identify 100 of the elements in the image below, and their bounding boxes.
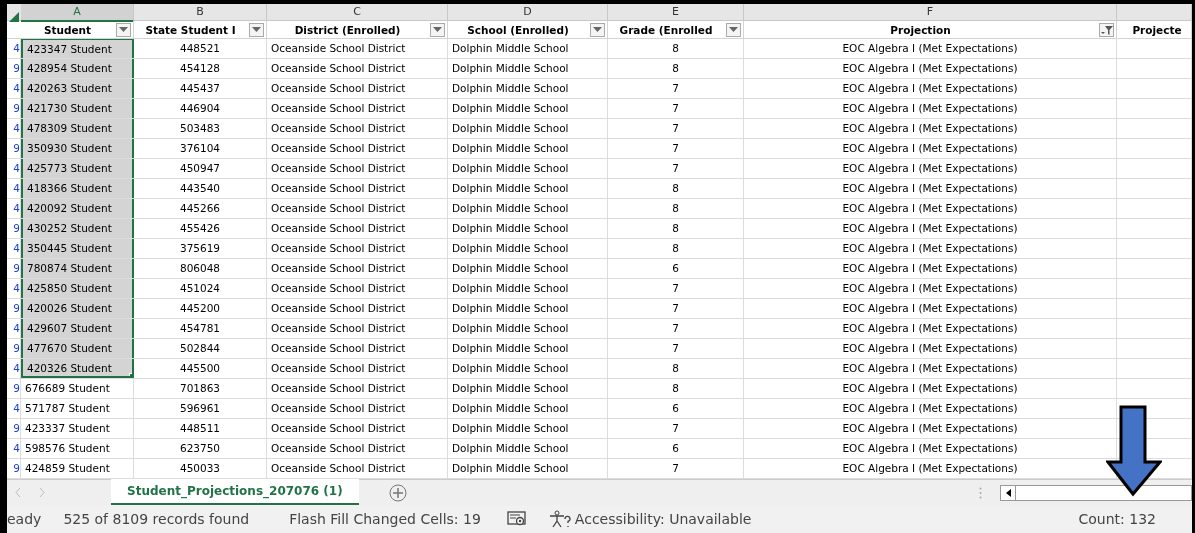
table-cell: EOC Algebra I (Met Expectations)	[744, 59, 1117, 79]
table-cell: Oceanside School District	[267, 379, 448, 399]
column-header: State Student I	[144, 23, 237, 36]
table-cell: EOC Algebra I (Met Expectations)	[744, 439, 1117, 459]
display-settings-icon[interactable]	[506, 511, 527, 528]
table-cell: 7	[608, 99, 744, 119]
table-cell: Dolphin Middle School	[448, 219, 608, 239]
table-cell: Dolphin Middle School	[448, 459, 608, 479]
table-cell: 445500	[134, 359, 267, 379]
filter-dropdown-button[interactable]	[116, 22, 131, 37]
dropdown-icon	[729, 27, 738, 32]
table-cell: Oceanside School District	[267, 359, 448, 379]
table-cell: Dolphin Middle School	[448, 319, 608, 339]
table-cell: EOC Algebra I (Met Expectations)	[744, 39, 1117, 59]
table-cell: 477670 Student	[21, 339, 134, 359]
table-cell: Oceanside School District	[267, 139, 448, 159]
sheet-tab[interactable]: Student_Projections_207076 (1)	[111, 479, 359, 506]
table-cell: Dolphin Middle School	[448, 239, 608, 259]
table-cell: 7	[608, 459, 744, 479]
table-cell: Oceanside School District	[267, 39, 448, 59]
filter-dropdown-button[interactable]	[249, 22, 264, 37]
column-letter[interactable]: C	[267, 4, 448, 22]
accessibility-icon[interactable]	[548, 510, 571, 529]
table-cell: 598576 Student	[21, 439, 134, 459]
column-letter[interactable]: B	[134, 4, 267, 22]
filter-dropdown-button[interactable]	[430, 22, 445, 37]
table-cell: 7	[608, 79, 744, 99]
table-cell: 6	[608, 439, 744, 459]
table-cell: 571787 Student	[21, 399, 134, 419]
table-cell: 8	[608, 379, 744, 399]
table-cell: Oceanside School District	[267, 319, 448, 339]
table-cell: 450947	[134, 159, 267, 179]
table-cell: 454781	[134, 319, 267, 339]
scroll-left-icon[interactable]	[1005, 488, 1011, 497]
table-cell: Dolphin Middle School	[448, 39, 608, 59]
table-cell: 7	[608, 299, 744, 319]
table-cell: 420263 Student	[21, 79, 134, 99]
link-cell[interactable]: 9	[7, 379, 21, 399]
table-cell: Dolphin Middle School	[448, 299, 608, 319]
table-cell: 375619	[134, 239, 267, 259]
table-cell: Oceanside School District	[267, 99, 448, 119]
filter-dropdown-button[interactable]	[590, 22, 605, 37]
table-cell: Dolphin Middle School	[448, 159, 608, 179]
column-letter[interactable]: D	[448, 4, 608, 22]
link-cell[interactable]: 9	[7, 459, 21, 479]
table-cell: EOC Algebra I (Met Expectations)	[744, 79, 1117, 99]
table-cell: Oceanside School District	[267, 439, 448, 459]
table-cell: 502844	[134, 339, 267, 359]
link-cell[interactable]: 4	[7, 439, 21, 459]
table-cell: 701863	[134, 379, 267, 399]
select-all-icon[interactable]	[7, 10, 19, 22]
filter-active-button[interactable]	[1099, 22, 1114, 37]
table-cell: Dolphin Middle School	[448, 99, 608, 119]
table-cell: 623750	[134, 439, 267, 459]
table-cell: EOC Algebra I (Met Expectations)	[744, 239, 1117, 259]
table-cell: 445266	[134, 199, 267, 219]
table-cell: 451024	[134, 279, 267, 299]
table-cell: 806048	[134, 259, 267, 279]
table-cell: 429607 Student	[21, 319, 134, 339]
table-cell: Dolphin Middle School	[448, 119, 608, 139]
dropdown-icon	[252, 27, 261, 32]
table-cell: 448511	[134, 419, 267, 439]
table-cell: Oceanside School District	[267, 179, 448, 199]
table-cell: 448521	[134, 39, 267, 59]
column-letter[interactable]: E	[608, 4, 744, 22]
column-header: Student	[42, 23, 93, 36]
table-cell: 780874 Student	[21, 259, 134, 279]
table-cell: Oceanside School District	[267, 199, 448, 219]
table-cell: 450033	[134, 459, 267, 479]
table-cell: 7	[608, 159, 744, 179]
link-cell[interactable]: 4	[7, 399, 21, 419]
status-text: Accessibility: Unavailable	[574, 511, 752, 528]
table-cell: Dolphin Middle School	[448, 419, 608, 439]
table-cell: 424859 Student	[21, 459, 134, 479]
table-cell: 446904	[134, 99, 267, 119]
filter-dropdown-button[interactable]	[726, 22, 741, 37]
table-cell: Dolphin Middle School	[448, 279, 608, 299]
table-cell: 6	[608, 399, 744, 419]
table-cell: EOC Algebra I (Met Expectations)	[744, 359, 1117, 379]
add-sheet-icon[interactable]	[388, 483, 407, 502]
status-text: eady	[7, 511, 42, 528]
table-cell: 596961	[134, 399, 267, 419]
table-cell: 478309 Student	[21, 119, 134, 139]
table-cell: 7	[608, 279, 744, 299]
link-cell[interactable]: 9	[7, 419, 21, 439]
table-cell: EOC Algebra I (Met Expectations)	[744, 139, 1117, 159]
table-cell: 420326 Student	[21, 359, 134, 379]
table-cell: 7	[608, 119, 744, 139]
table-cell: EOC Algebra I (Met Expectations)	[744, 199, 1117, 219]
column-letter[interactable]: A	[21, 4, 134, 22]
table-cell: 8	[608, 239, 744, 259]
column-header: Grade (Enrolled	[618, 23, 714, 36]
column-letter[interactable]: F	[744, 4, 1117, 22]
table-cell: EOC Algebra I (Met Expectations)	[744, 299, 1117, 319]
horizontal-scrollbar[interactable]	[1000, 484, 1192, 501]
table-cell: 425850 Student	[21, 279, 134, 299]
table-cell: Dolphin Middle School	[448, 179, 608, 199]
table-cell: EOC Algebra I (Met Expectations)	[744, 279, 1117, 299]
table-cell: 423337 Student	[21, 419, 134, 439]
table-cell: 421730 Student	[21, 99, 134, 119]
